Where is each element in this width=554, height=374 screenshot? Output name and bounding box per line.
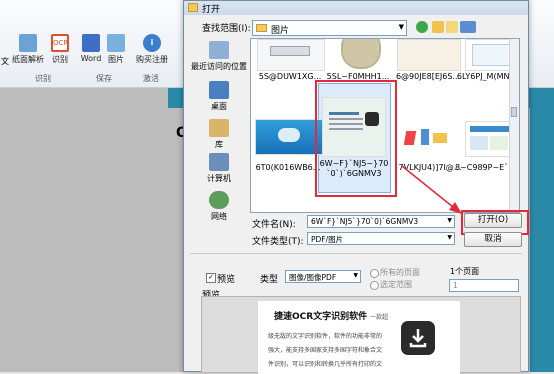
type-dropdown[interactable]: 图像/图像PDF ▼ bbox=[285, 270, 361, 283]
page-count-label: 1个页面 bbox=[450, 267, 480, 276]
folder-icon bbox=[256, 24, 267, 32]
chevron-down-icon: ▼ bbox=[447, 234, 452, 241]
file-thumbnail[interactable] bbox=[397, 39, 461, 71]
open-file-dialog: 打开 查找范围(I): 图片 ▼ 最近访问的位置 桌面 库 计算机 网络 5S@… bbox=[183, 0, 529, 374]
purchase-register-button[interactable]: i 购买注册 bbox=[134, 34, 170, 65]
place-computer[interactable]: 计算机 bbox=[188, 153, 250, 184]
page-range-input[interactable]: 1 bbox=[449, 279, 519, 292]
preview-pane: 捷速OCR文字识别软件 一款超 级无敌的文字识别软件，软件的功能非常的 强大，能… bbox=[201, 296, 521, 374]
back-icon[interactable] bbox=[416, 21, 428, 33]
paper-parse-icon bbox=[19, 34, 37, 52]
libraries-icon bbox=[209, 119, 229, 137]
cancel-button[interactable]: 取消 bbox=[464, 232, 522, 247]
divider bbox=[190, 253, 522, 254]
download-icon bbox=[401, 321, 435, 355]
place-recent[interactable]: 最近访问的位置 bbox=[188, 41, 250, 72]
up-folder-icon[interactable] bbox=[432, 21, 444, 33]
file-thumbnail[interactable] bbox=[397, 127, 459, 151]
filename-label: 文件名(N): bbox=[252, 220, 296, 230]
file-list-scrollbar[interactable] bbox=[509, 39, 519, 212]
preview-doc-line: 件识别，可以识别和转换几乎所有打印的文 bbox=[268, 361, 383, 368]
file-list[interactable]: 5S@DUW1XG... 5SL~F0MHH1... 6@90JE8[EJ6S.… bbox=[250, 38, 520, 213]
view-menu-icon[interactable] bbox=[460, 21, 476, 33]
file-name[interactable]: 6@90JE8[EJ6S... bbox=[391, 72, 465, 81]
desktop-icon bbox=[209, 81, 229, 99]
group-label-recognize: 识别 bbox=[35, 74, 51, 83]
filetype-dropdown[interactable]: PDF/图片 ▼ bbox=[307, 232, 455, 245]
look-in-dropdown[interactable]: 图片 ▼ bbox=[252, 20, 407, 36]
image-icon bbox=[107, 34, 125, 52]
preview-doc-line: 级无敌的文字识别软件，软件的功能非常的 bbox=[268, 333, 383, 340]
recent-places-icon bbox=[209, 41, 229, 59]
background-panel-edge bbox=[530, 88, 554, 372]
network-icon bbox=[209, 191, 229, 209]
folder-icon bbox=[188, 3, 198, 12]
file-name[interactable]: 8~C989P~E`P... bbox=[455, 163, 517, 172]
place-desktop[interactable]: 桌面 bbox=[188, 81, 250, 112]
preview-checkbox[interactable]: ✓ bbox=[206, 273, 216, 283]
preview-document: 捷速OCR文字识别软件 一款超 级无敌的文字识别软件，软件的功能非常的 强大，能… bbox=[258, 301, 460, 374]
highlight-selected-file bbox=[315, 80, 397, 197]
new-folder-icon[interactable] bbox=[446, 21, 458, 33]
dialog-title: 打开 bbox=[202, 5, 221, 15]
file-thumbnail[interactable] bbox=[255, 119, 323, 155]
selected-range-label: 选定范围 bbox=[380, 280, 412, 289]
group-label-activate: 激活 bbox=[143, 74, 159, 83]
file-name[interactable]: 6T0(K016WB6... bbox=[251, 163, 325, 172]
filetype-label: 文件类型(T): bbox=[252, 237, 304, 247]
filename-input[interactable]: 6W`F}`NJ5`}70`0)`6GNMV3 ▼ bbox=[307, 215, 455, 228]
preview-doc-line: 强大，能支持多国家支持多国字符和象合文 bbox=[268, 347, 383, 354]
all-pages-label: 所有的页面 bbox=[380, 268, 420, 277]
chevron-down-icon: ▼ bbox=[398, 23, 404, 31]
scrollbar-thumb[interactable] bbox=[511, 107, 517, 117]
paper-parse-button[interactable]: 纸面解析 bbox=[10, 34, 46, 65]
file-thumbnail[interactable] bbox=[465, 121, 515, 157]
ribbon-left-fragment: 文 bbox=[1, 57, 9, 66]
save-image-button[interactable]: 图片 bbox=[98, 34, 134, 65]
places-bar: 最近访问的位置 桌面 库 计算机 网络 bbox=[188, 41, 250, 226]
place-libraries[interactable]: 库 bbox=[188, 119, 250, 150]
info-icon: i bbox=[143, 34, 161, 52]
computer-icon bbox=[209, 153, 229, 171]
file-thumbnail[interactable] bbox=[329, 39, 389, 69]
dialog-titlebar[interactable]: 打开 bbox=[184, 1, 528, 15]
file-thumbnail[interactable] bbox=[257, 39, 325, 71]
chevron-down-icon: ▼ bbox=[353, 272, 358, 279]
all-pages-radio[interactable] bbox=[370, 269, 379, 278]
preview-doc-title: 捷速OCR文字识别软件 一款超 bbox=[274, 312, 389, 322]
group-label-save: 保存 bbox=[96, 74, 112, 83]
ocr-icon: OCR bbox=[51, 34, 69, 52]
preview-checkbox-label: 预览 bbox=[217, 275, 236, 285]
chevron-down-icon: ▼ bbox=[447, 217, 452, 224]
look-in-label: 查找范围(I): bbox=[202, 24, 251, 34]
type-label: 类型 bbox=[260, 275, 279, 285]
place-network[interactable]: 网络 bbox=[188, 191, 250, 222]
look-in-value: 图片 bbox=[271, 26, 290, 36]
selected-range-radio[interactable] bbox=[370, 281, 379, 290]
